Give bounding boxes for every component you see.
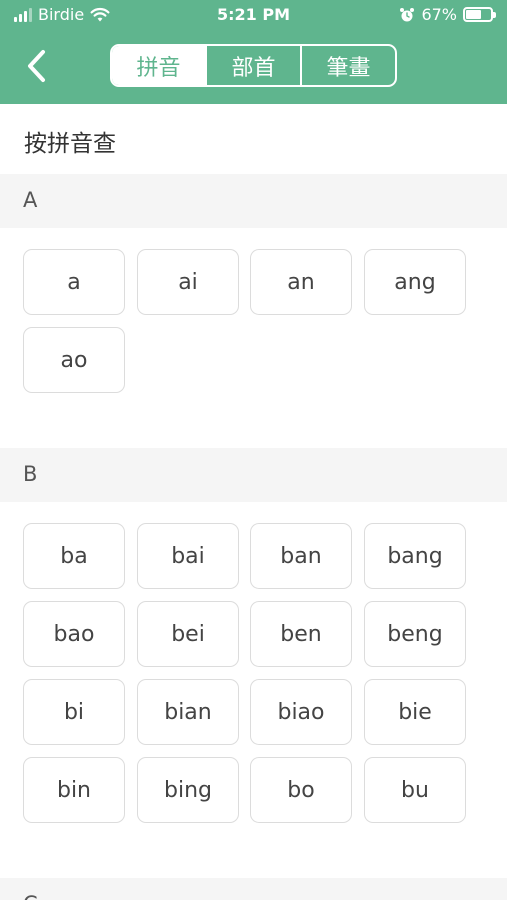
syllable-button[interactable]: beng	[364, 601, 466, 667]
syllable-button[interactable]: bie	[364, 679, 466, 745]
syllable-button[interactable]: bang	[364, 523, 466, 589]
page-title: 按拼音查	[24, 131, 116, 157]
syllable-button[interactable]: biao	[250, 679, 352, 745]
back-button[interactable]	[16, 44, 56, 88]
battery-icon	[463, 7, 496, 22]
syllable-button[interactable]: ang	[364, 249, 466, 315]
syllable-button[interactable]: bin	[23, 757, 125, 823]
syllable-button[interactable]: bi	[23, 679, 125, 745]
chevron-left-icon	[28, 50, 45, 82]
section-header-a: A	[0, 174, 507, 228]
syllable-button[interactable]: an	[250, 249, 352, 315]
syllable-button[interactable]: bao	[23, 601, 125, 667]
syllable-button[interactable]: ai	[137, 249, 239, 315]
syllable-button[interactable]: bing	[137, 757, 239, 823]
syllable-button[interactable]: a	[23, 249, 125, 315]
syllable-grid-b: ba bai ban bang bao bei ben beng bi bian biao bie bi…	[0, 523, 507, 823]
battery-percent: 67%	[421, 5, 457, 24]
tab-strokes[interactable]: 筆畫	[300, 46, 395, 85]
syllable-button[interactable]: bu	[364, 757, 466, 823]
syllable-button[interactable]: bai	[137, 523, 239, 589]
alarm-icon	[400, 7, 415, 21]
syllable-button[interactable]: bian	[137, 679, 239, 745]
status-right: 67%	[399, 5, 496, 24]
section-letter: A	[23, 188, 38, 212]
syllable-button[interactable]: ban	[250, 523, 352, 589]
section-header-b: B	[0, 448, 507, 502]
syllable-button[interactable]: ba	[23, 523, 125, 589]
app-header: Birdie 5:21 PM 67% 拼音 部首 筆畫	[0, 0, 507, 104]
tab-pinyin[interactable]: 拼音	[112, 46, 205, 85]
section-header-c: C	[0, 878, 507, 900]
tab-radical[interactable]: 部首	[205, 46, 300, 85]
syllable-button[interactable]: bo	[250, 757, 352, 823]
section-letter: B	[23, 462, 38, 486]
lookup-mode-tabs: 拼音 部首 筆畫	[110, 44, 397, 87]
syllable-button[interactable]: ao	[23, 327, 125, 393]
section-letter: C	[23, 892, 38, 900]
syllable-button[interactable]: ben	[250, 601, 352, 667]
syllable-button[interactable]: bei	[137, 601, 239, 667]
syllable-grid-a: a ai an ang ao	[0, 249, 507, 393]
battery-fill	[466, 10, 482, 19]
status-bar: Birdie 5:21 PM 67%	[0, 0, 507, 30]
